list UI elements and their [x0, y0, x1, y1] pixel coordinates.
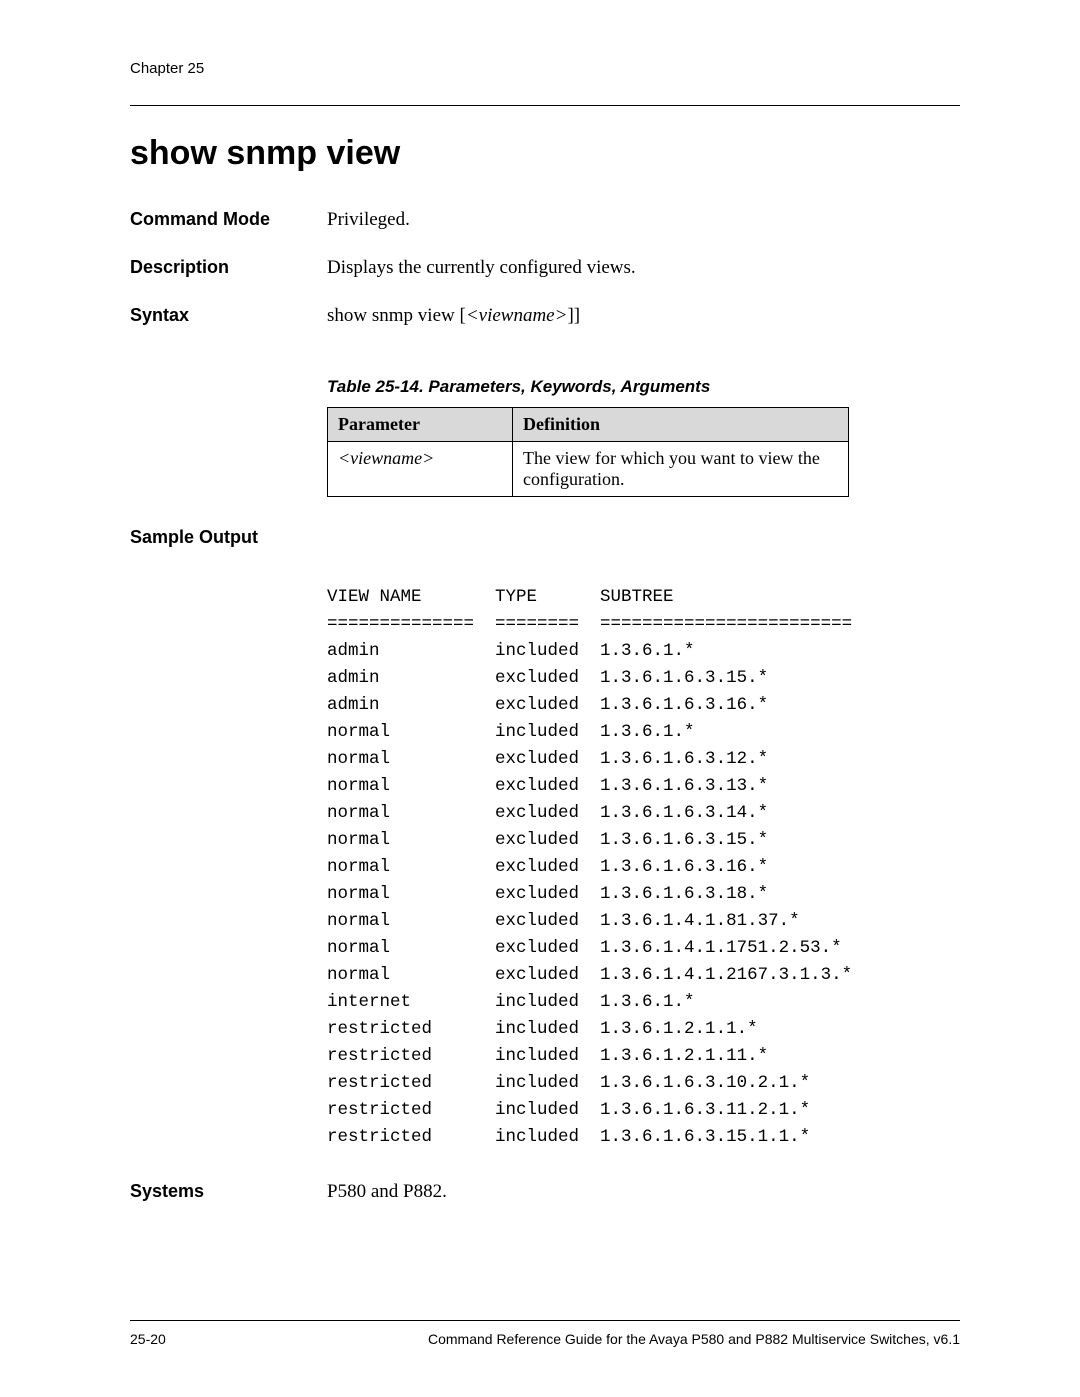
- row-description: Description Displays the currently confi…: [130, 257, 960, 279]
- table-caption: Table 25-14. Parameters, Keywords, Argum…: [327, 377, 960, 397]
- label-syntax: Syntax: [130, 305, 327, 326]
- footer-doc-title: Command Reference Guide for the Avaya P5…: [428, 1331, 960, 1347]
- cell-parameter: <viewname>: [328, 442, 513, 497]
- value-systems: P580 and P882.: [327, 1181, 960, 1203]
- table-row: <viewname> The view for which you want t…: [328, 442, 849, 497]
- parameters-table: Parameter Definition <viewname> The view…: [327, 407, 849, 497]
- top-rule: [130, 105, 960, 106]
- page-footer: 25-20 Command Reference Guide for the Av…: [130, 1320, 960, 1347]
- syntax-arg: <viewname>: [466, 305, 568, 326]
- command-title: show snmp view: [130, 134, 960, 173]
- value-syntax: show snmp view [<viewname>]]: [327, 305, 960, 327]
- row-syntax: Syntax show snmp view [<viewname>]]: [130, 305, 960, 327]
- label-command-mode: Command Mode: [130, 209, 327, 230]
- row-systems: Systems P580 and P882.: [130, 1181, 960, 1203]
- value-description: Displays the currently configured views.: [327, 257, 960, 279]
- row-command-mode: Command Mode Privileged.: [130, 209, 960, 231]
- label-systems: Systems: [130, 1181, 327, 1202]
- value-command-mode: Privileged.: [327, 209, 960, 231]
- footer-rule: [130, 1320, 960, 1321]
- table-header-row: Parameter Definition: [328, 408, 849, 442]
- label-sample-output: Sample Output: [130, 527, 960, 548]
- syntax-prefix: show snmp view [: [327, 305, 466, 326]
- syntax-suffix: ]]: [567, 305, 580, 326]
- sample-output-block: VIEW NAME TYPE SUBTREE ============== ==…: [327, 584, 960, 1151]
- chapter-label: Chapter 25: [130, 60, 960, 77]
- cell-definition: The view for which you want to view the …: [513, 442, 849, 497]
- footer-page-number: 25-20: [130, 1331, 166, 1347]
- label-description: Description: [130, 257, 327, 278]
- col-definition: Definition: [513, 408, 849, 442]
- col-parameter: Parameter: [328, 408, 513, 442]
